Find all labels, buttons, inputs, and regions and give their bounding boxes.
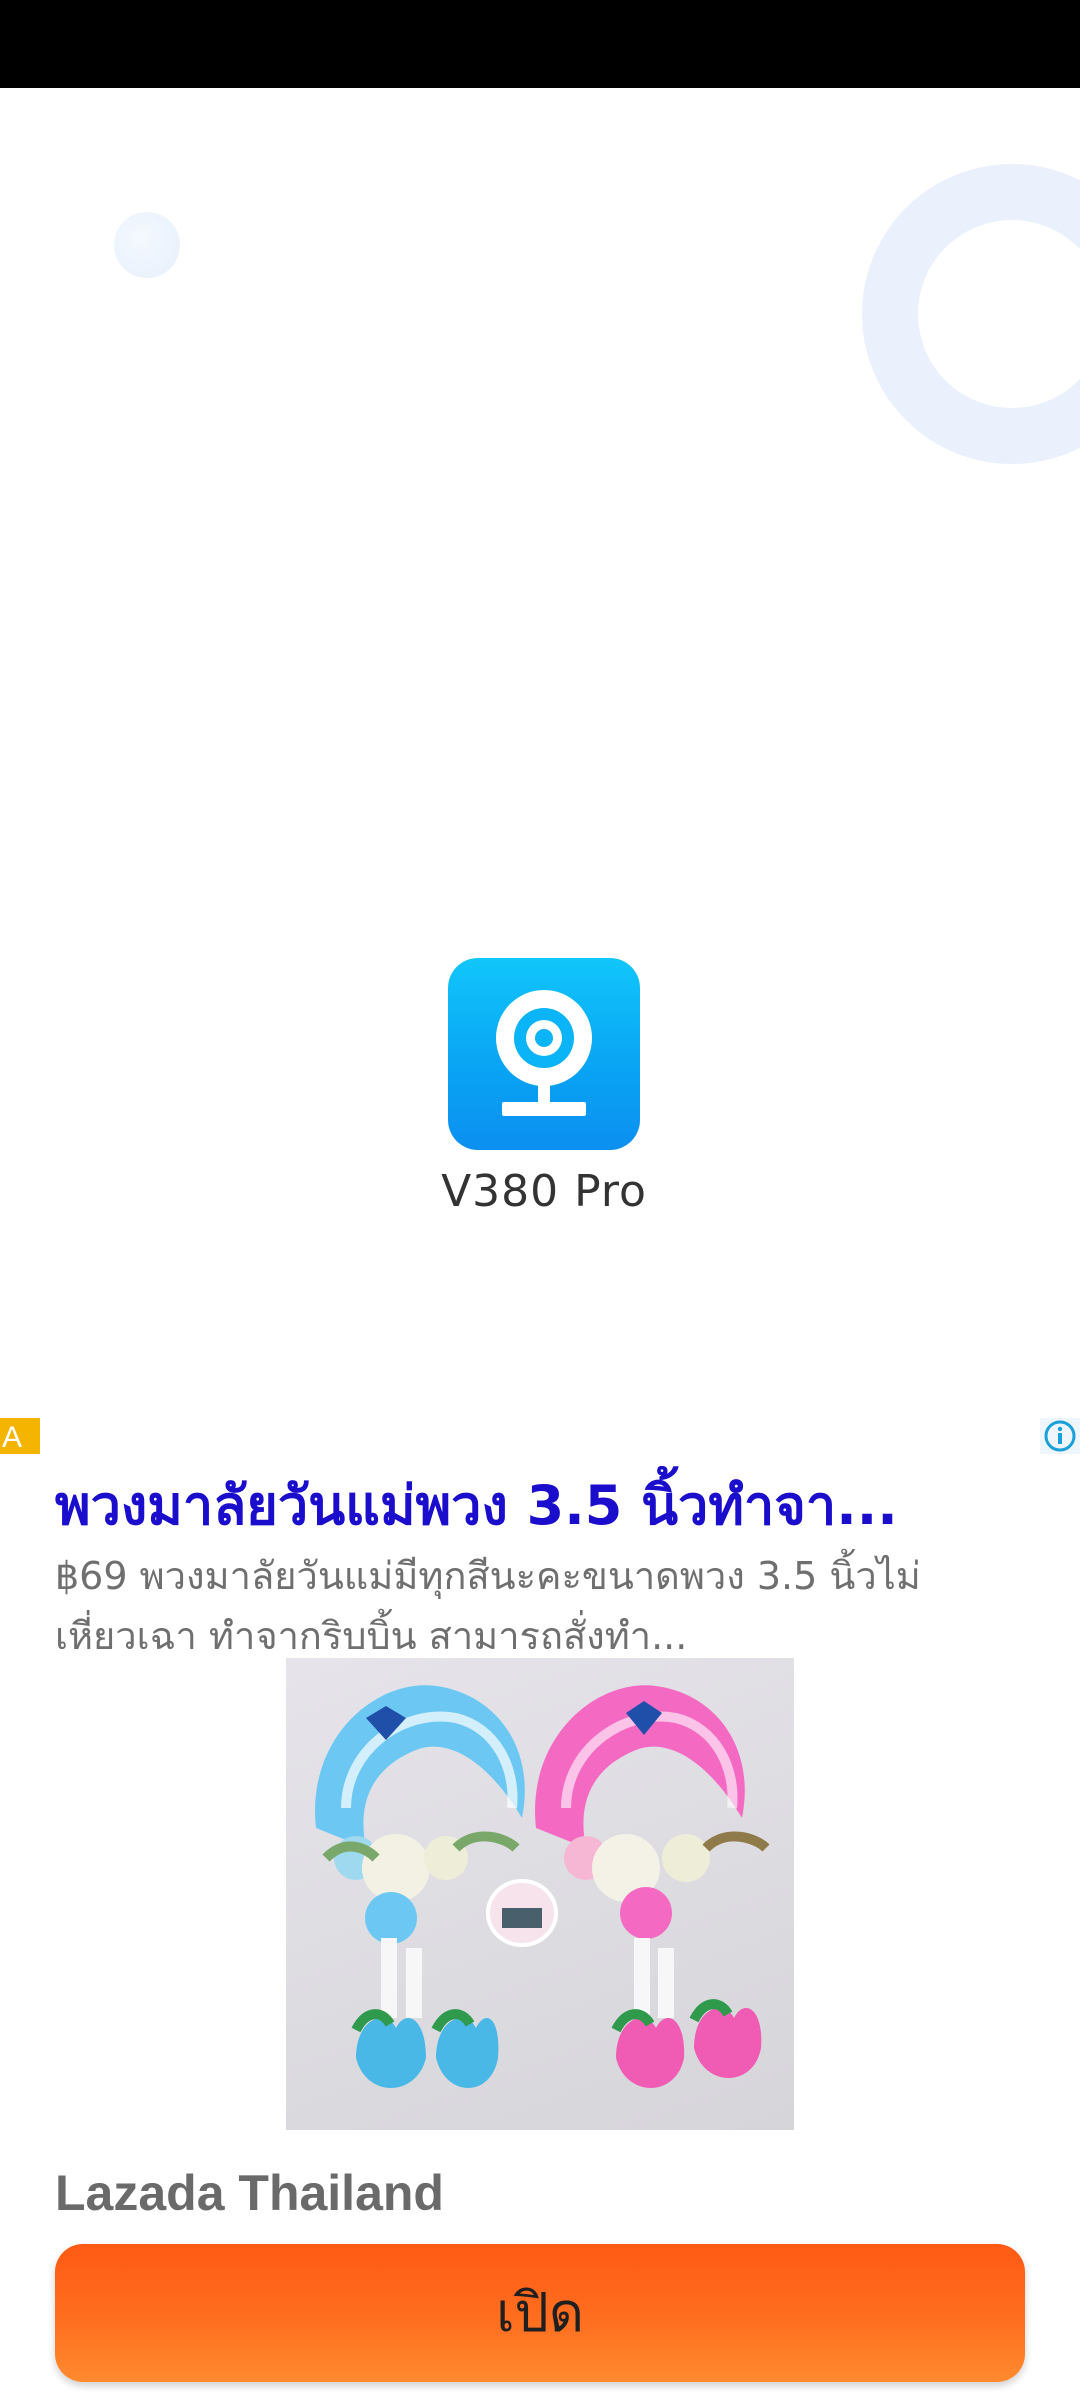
decorative-ring [862, 164, 1080, 464]
garland-illustration [315, 1685, 770, 2088]
status-bar [0, 0, 1080, 88]
info-icon [1044, 1420, 1076, 1452]
ad-advertiser: Lazada Thailand [55, 2165, 444, 2221]
ad-headline[interactable]: พวงมาลัยวันแม่พวง 3.5 นิ้วทำจา... [55, 1462, 1035, 1548]
ad-description-line: ฿69 พวงมาลัยวันแม่มีทุกสีนะคะขนาดพวง 3.5… [55, 1554, 921, 1598]
ad-description-line: เหี่ยวเฉา ทำจากริบบิ้น สามารถสั่งทำ... [55, 1614, 688, 1658]
ad-description: ฿69 พวงมาลัยวันแม่มีทุกสีนะคะขนาดพวง 3.5… [55, 1546, 1005, 1666]
app-name: V380 Pro [441, 1166, 647, 1217]
ad-product-image[interactable] [286, 1658, 794, 2130]
splash-screen: V380 Pro [0, 88, 1080, 1418]
app-logo [448, 958, 640, 1150]
webcam-icon [496, 990, 592, 1116]
ad-open-button[interactable]: เปิด [55, 2244, 1025, 2382]
decorative-dot [114, 212, 180, 278]
ad-info-button[interactable] [1040, 1418, 1080, 1454]
native-ad[interactable]: A พวงมาลัยวันแม่พวง 3.5 นิ้วทำจา... ฿69 … [0, 1418, 1080, 2404]
ad-badge: A [0, 1418, 40, 1454]
